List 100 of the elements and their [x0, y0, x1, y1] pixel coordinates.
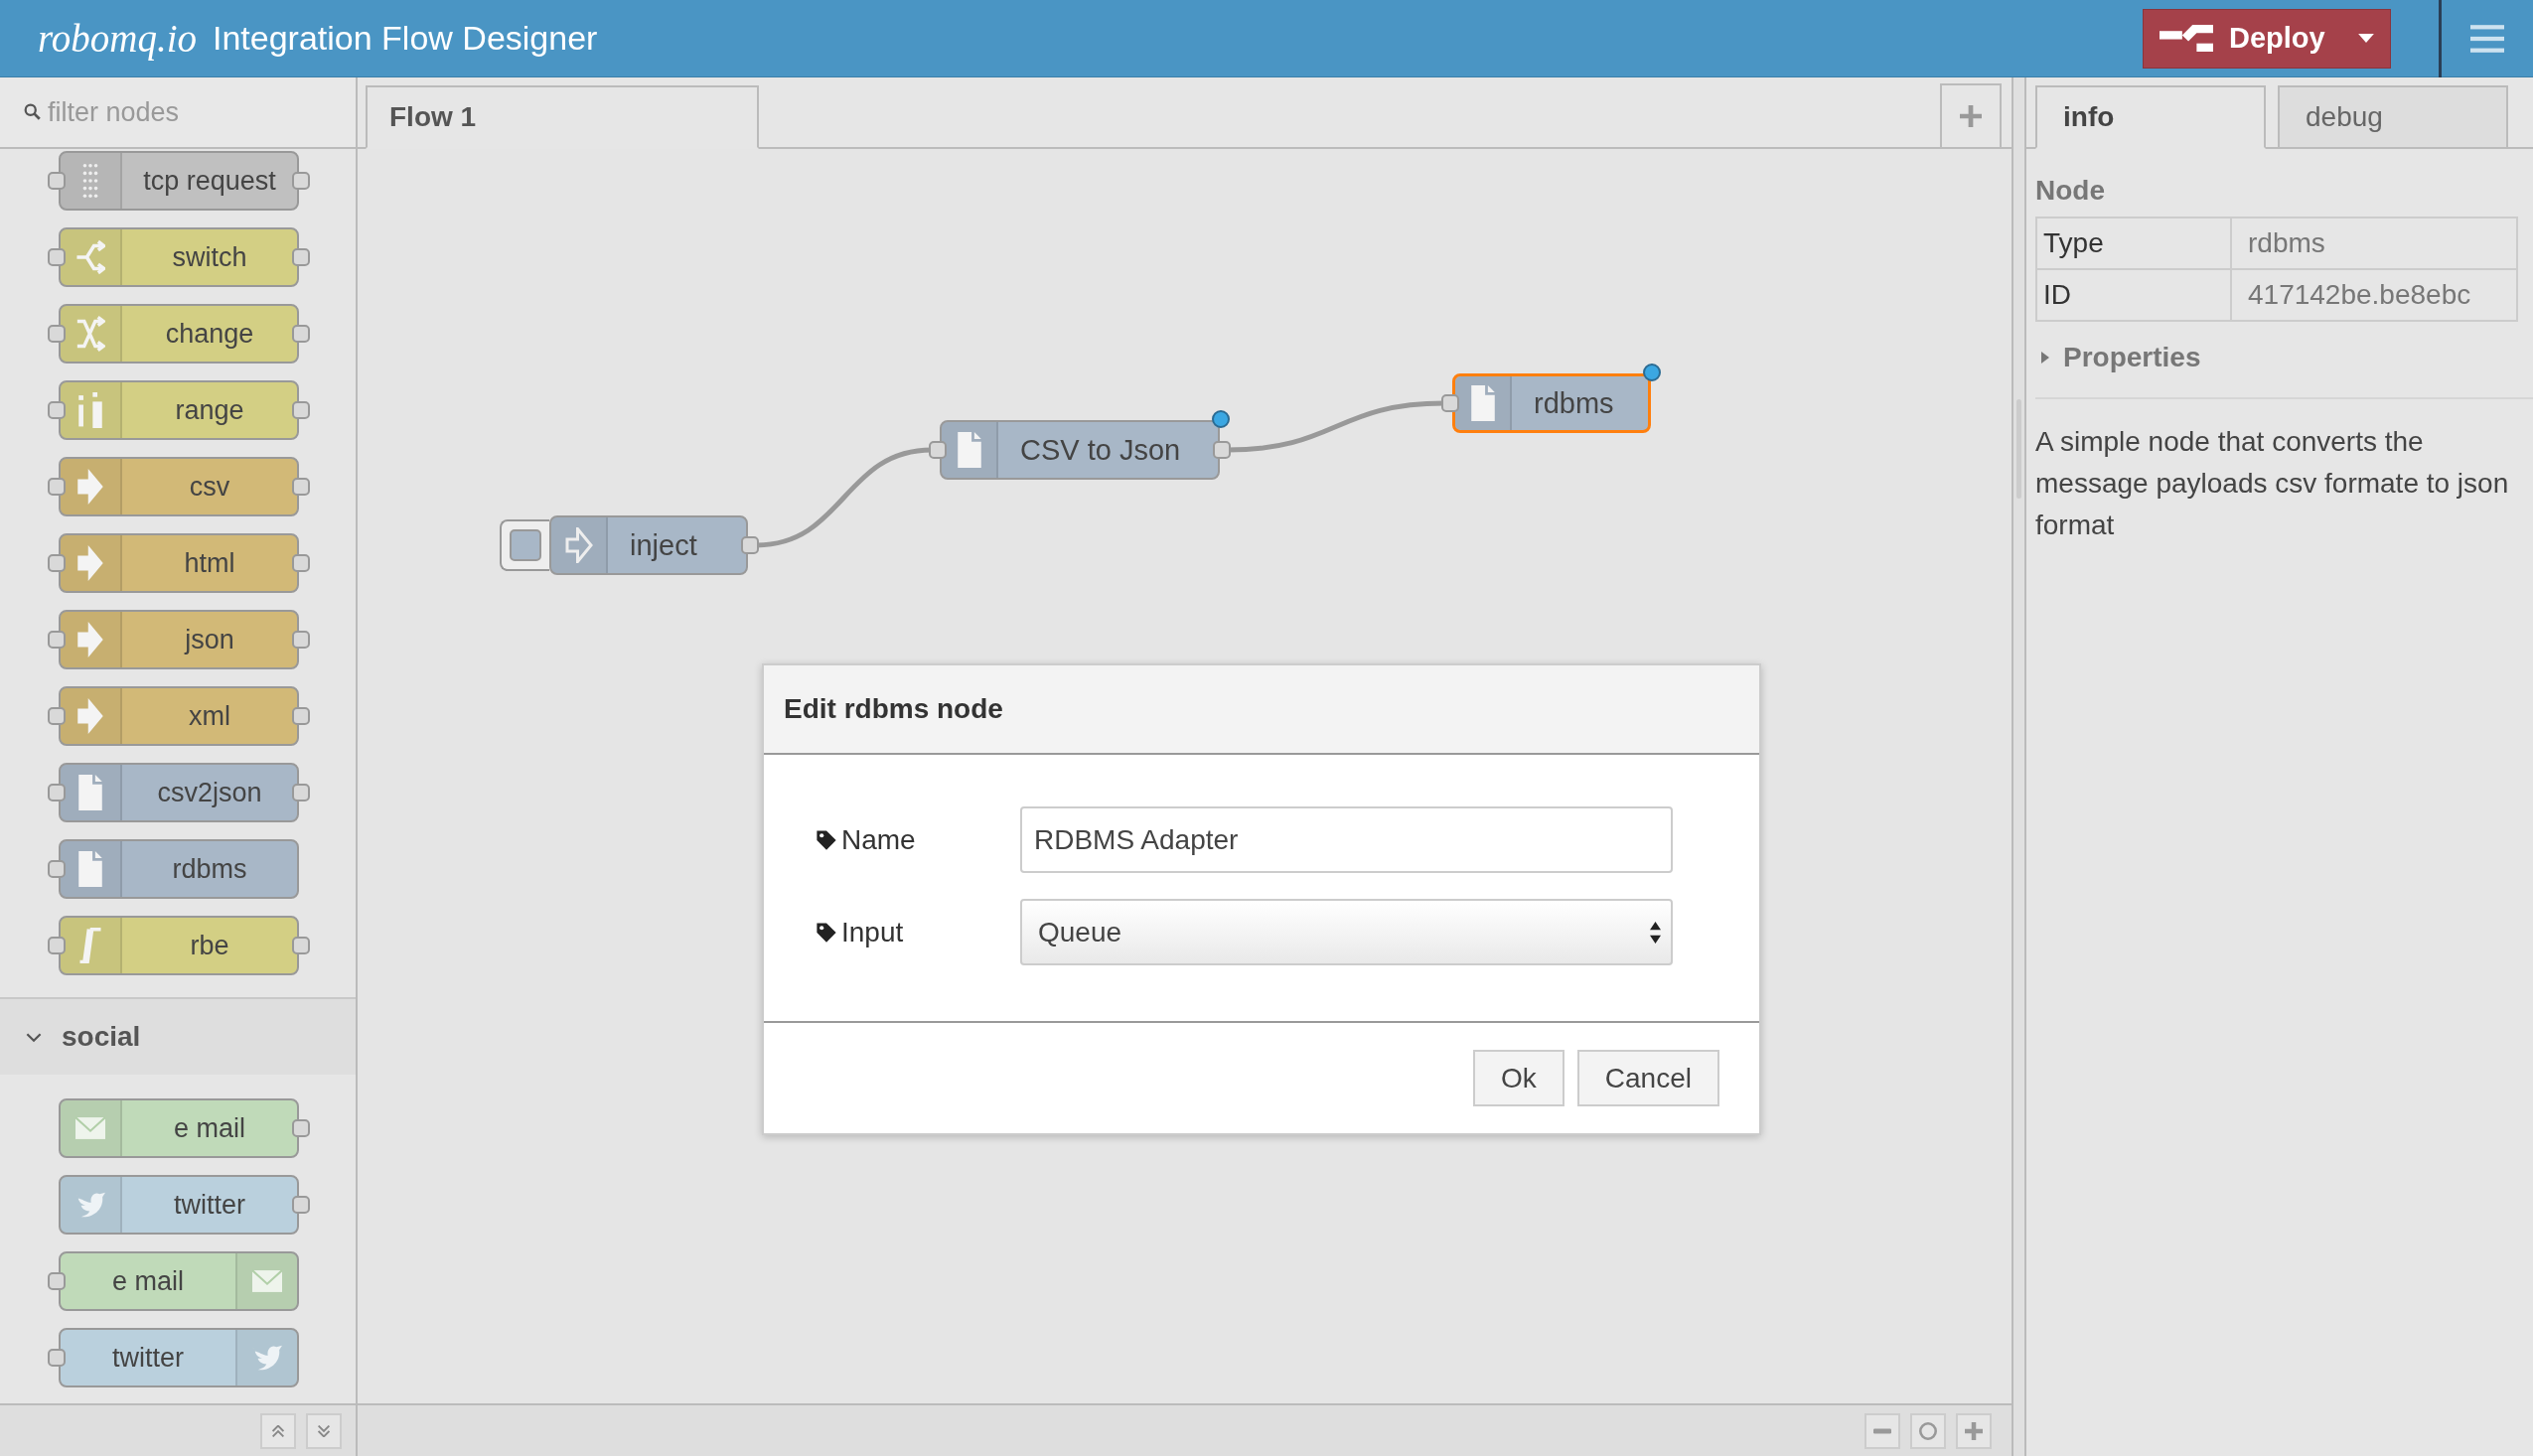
table-cell: 417142be.be8ebc [2231, 269, 2517, 321]
input-port[interactable] [1441, 394, 1459, 412]
palette-node[interactable]: xml [59, 686, 299, 746]
palette-node[interactable]: twitter [59, 1175, 299, 1235]
double-chevron-down-icon [318, 1424, 330, 1437]
table-cell: ID [2036, 269, 2231, 321]
search-icon [24, 103, 42, 121]
output-port[interactable] [292, 784, 310, 801]
output-port[interactable] [292, 401, 310, 419]
input-port[interactable] [48, 172, 66, 190]
logo: robomq.io [38, 16, 197, 61]
output-port[interactable] [292, 554, 310, 572]
tag-icon [816, 828, 837, 851]
field-label: Name [841, 823, 916, 856]
section-heading: Node [2035, 175, 2106, 207]
zoom-reset-button[interactable] [1910, 1412, 1946, 1449]
ok-button[interactable]: Ok [1473, 1050, 1564, 1106]
input-port[interactable] [48, 401, 66, 419]
deploy-icon [2160, 25, 2213, 52]
add-tab-button[interactable] [1940, 83, 2002, 147]
document-icon [75, 851, 105, 887]
input-port[interactable] [48, 248, 66, 266]
arrow-icon [563, 527, 594, 563]
input-port[interactable] [48, 554, 66, 572]
input-port[interactable] [48, 325, 66, 343]
sidebar-tab[interactable]: info [2035, 85, 2266, 149]
input-select[interactable]: Queue [1020, 899, 1673, 965]
inject-trigger-button[interactable] [500, 519, 549, 571]
chevron-icon [26, 1031, 42, 1043]
palette-node[interactable]: html [59, 533, 299, 593]
output-port[interactable] [292, 937, 310, 954]
range-icon [75, 392, 105, 428]
palette-node[interactable]: csv2json [59, 763, 299, 822]
deploy-button[interactable]: Deploy [2143, 8, 2391, 69]
arrow-icon [75, 469, 105, 505]
flow-tab[interactable]: Flow 1 [366, 85, 759, 149]
document-icon [75, 775, 105, 810]
input-port[interactable] [48, 784, 66, 801]
name-input[interactable]: RDBMS Adapter [1020, 806, 1673, 873]
output-port[interactable] [1213, 441, 1231, 459]
table-cell: Type [2036, 218, 2231, 269]
output-port[interactable] [292, 707, 310, 725]
output-port[interactable] [292, 325, 310, 343]
flow-node[interactable]: inject [549, 515, 748, 575]
palette-node[interactable]: rbe [59, 916, 299, 975]
palette-node[interactable]: rdbms [59, 839, 299, 899]
dialog-title: Edit rdbms node [764, 665, 1759, 755]
palette-node[interactable]: csv [59, 457, 299, 516]
arrow-icon [75, 622, 105, 657]
input-port[interactable] [48, 937, 66, 954]
collapse-all-button[interactable] [260, 1412, 296, 1449]
fork-arrows-icon [75, 239, 105, 275]
up-down-arrows-icon [1650, 921, 1661, 944]
zoom-out-button[interactable] [1864, 1412, 1900, 1449]
input-port[interactable] [48, 1349, 66, 1367]
expand-all-button[interactable] [306, 1412, 342, 1449]
field-label: Input [841, 916, 904, 948]
arrow-icon [75, 545, 105, 581]
output-port[interactable] [292, 631, 310, 649]
caret-icon [2041, 352, 2049, 364]
output-port[interactable] [741, 536, 759, 554]
table-cell: rdbms [2231, 218, 2517, 269]
category-header[interactable]: social [0, 997, 356, 1075]
zoom-in-button[interactable] [1956, 1412, 1992, 1449]
tag-icon [816, 921, 837, 944]
input-port[interactable] [48, 1272, 66, 1290]
input-port[interactable] [48, 631, 66, 649]
output-port[interactable] [292, 1196, 310, 1214]
input-port[interactable] [48, 478, 66, 496]
shuffle-icon [75, 316, 105, 352]
palette-node[interactable]: e mail [59, 1251, 299, 1311]
cancel-button[interactable]: Cancel [1576, 1050, 1719, 1106]
output-port[interactable] [292, 478, 310, 496]
input-port[interactable] [48, 860, 66, 878]
flow-node[interactable]: rdbms [1452, 373, 1651, 433]
palette-node[interactable]: switch [59, 227, 299, 287]
node-description: A simple node that converts the message payloads csv formate to json format [2035, 425, 2510, 542]
minus-icon [1873, 1427, 1891, 1434]
plus-icon [1965, 1421, 1983, 1440]
input-port[interactable] [48, 707, 66, 725]
app-title: Integration Flow Designer [213, 19, 598, 58]
plus-icon [1960, 105, 1982, 127]
palette-node[interactable]: twitter [59, 1328, 299, 1387]
menu-icon [2470, 24, 2504, 53]
output-port[interactable] [292, 172, 310, 190]
palette-node[interactable]: change [59, 304, 299, 364]
palette-node[interactable]: tcp request [59, 151, 299, 211]
output-port[interactable] [292, 1119, 310, 1137]
palette-node[interactable]: json [59, 610, 299, 669]
caret-icon [2358, 34, 2374, 43]
double-chevron-up-icon [272, 1424, 284, 1437]
filter-input[interactable]: filter nodes [48, 82, 346, 142]
input-port[interactable] [929, 441, 947, 459]
output-port[interactable] [292, 248, 310, 266]
flow-node[interactable]: CSV to Json [940, 420, 1220, 480]
palette-node[interactable]: range [59, 380, 299, 440]
circle-icon [1919, 1421, 1937, 1440]
palette-node[interactable]: e mail [59, 1098, 299, 1158]
sidebar-tab[interactable]: debug [2278, 85, 2508, 149]
properties-toggle[interactable]: Properties [2035, 342, 2240, 373]
